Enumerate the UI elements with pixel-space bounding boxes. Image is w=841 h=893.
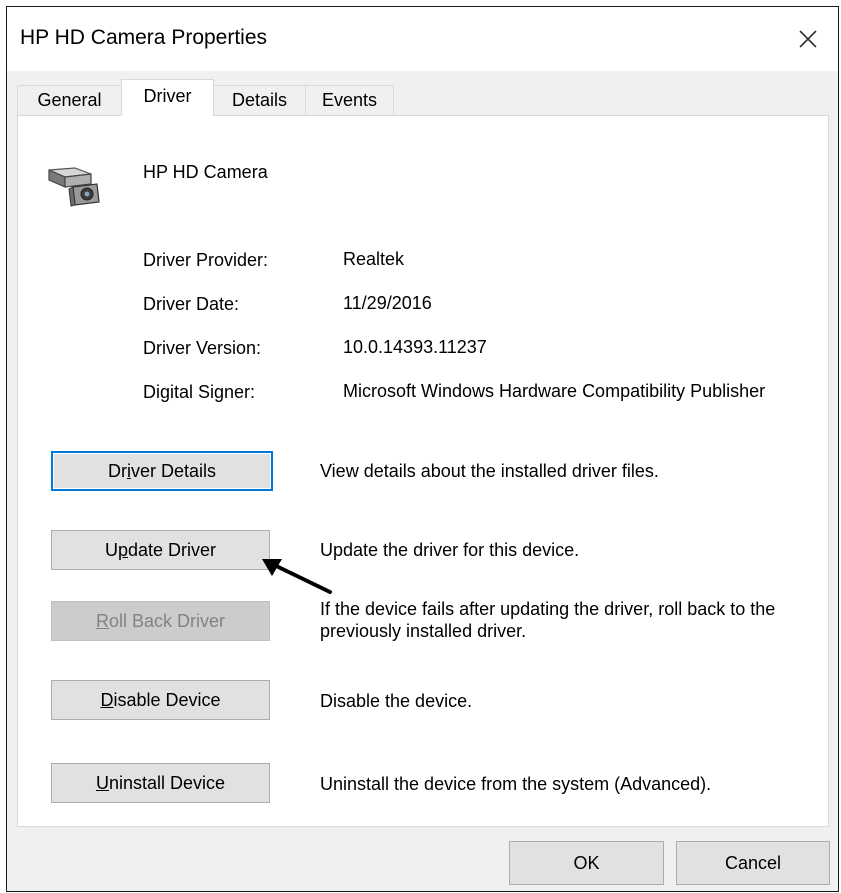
tab-events[interactable]: Events <box>305 85 394 115</box>
tab-label: General <box>37 90 102 110</box>
disable-device-description: Disable the device. <box>320 691 473 711</box>
roll-back-driver-button: Roll Back Driver <box>51 601 270 641</box>
cancel-label: Cancel <box>724 852 782 873</box>
button-label: Uninstall Device <box>95 772 226 793</box>
tab-label: Details <box>231 90 288 110</box>
driver-tab-panel: HP HD Camera Driver Provider: Realtek Dr… <box>17 115 829 827</box>
uninstall-device-button[interactable]: Uninstall Device <box>51 763 270 803</box>
tab-strip: General Driver Details Events <box>7 71 838 116</box>
tab-label: Driver <box>143 86 192 106</box>
driver-date-label: Driver Date: <box>143 294 240 314</box>
digital-signer-value: Microsoft Windows Hardware Compatibility… <box>343 381 766 401</box>
driver-provider-value: Realtek <box>343 249 405 269</box>
button-label: Update Driver <box>104 539 217 560</box>
driver-provider-label: Driver Provider: <box>143 250 269 270</box>
uninstall-device-description: Uninstall the device from the system (Ad… <box>320 774 712 794</box>
ok-button[interactable]: OK <box>509 841 664 885</box>
device-name: HP HD Camera <box>143 162 268 182</box>
close-button[interactable] <box>778 7 838 71</box>
button-label: Disable Device <box>100 689 221 710</box>
webcam-icon <box>48 167 100 207</box>
button-label: Driver Details <box>107 460 217 481</box>
roll-back-driver-description: If the device fails after updating the d… <box>320 599 776 641</box>
driver-details-button[interactable]: Driver Details <box>51 451 273 491</box>
update-driver-description: Update the driver for this device. <box>320 540 580 560</box>
title-bar: HP HD Camera Properties <box>7 7 838 71</box>
tab-label: Events <box>321 90 378 110</box>
button-label: Roll Back Driver <box>95 610 226 631</box>
driver-version-value: 10.0.14393.11237 <box>343 337 487 357</box>
driver-version-label: Driver Version: <box>143 338 262 358</box>
driver-date-value: 11/29/2016 <box>343 293 432 313</box>
pointer-arrow-icon <box>262 559 332 594</box>
cancel-button[interactable]: Cancel <box>676 841 830 885</box>
driver-details-description: View details about the installed driver … <box>320 461 659 481</box>
tab-driver[interactable]: Driver <box>121 79 214 116</box>
update-driver-button[interactable]: Update Driver <box>51 530 270 570</box>
close-icon <box>799 30 817 48</box>
digital-signer-label: Digital Signer: <box>143 382 256 402</box>
dialog-title: HP HD Camera Properties <box>20 26 268 49</box>
tab-general[interactable]: General <box>17 85 122 115</box>
properties-dialog: HP HD Camera Properties General Driver D… <box>6 6 839 892</box>
disable-device-button[interactable]: Disable Device <box>51 680 270 720</box>
ok-label: OK <box>573 852 600 873</box>
tab-details[interactable]: Details <box>213 85 306 115</box>
